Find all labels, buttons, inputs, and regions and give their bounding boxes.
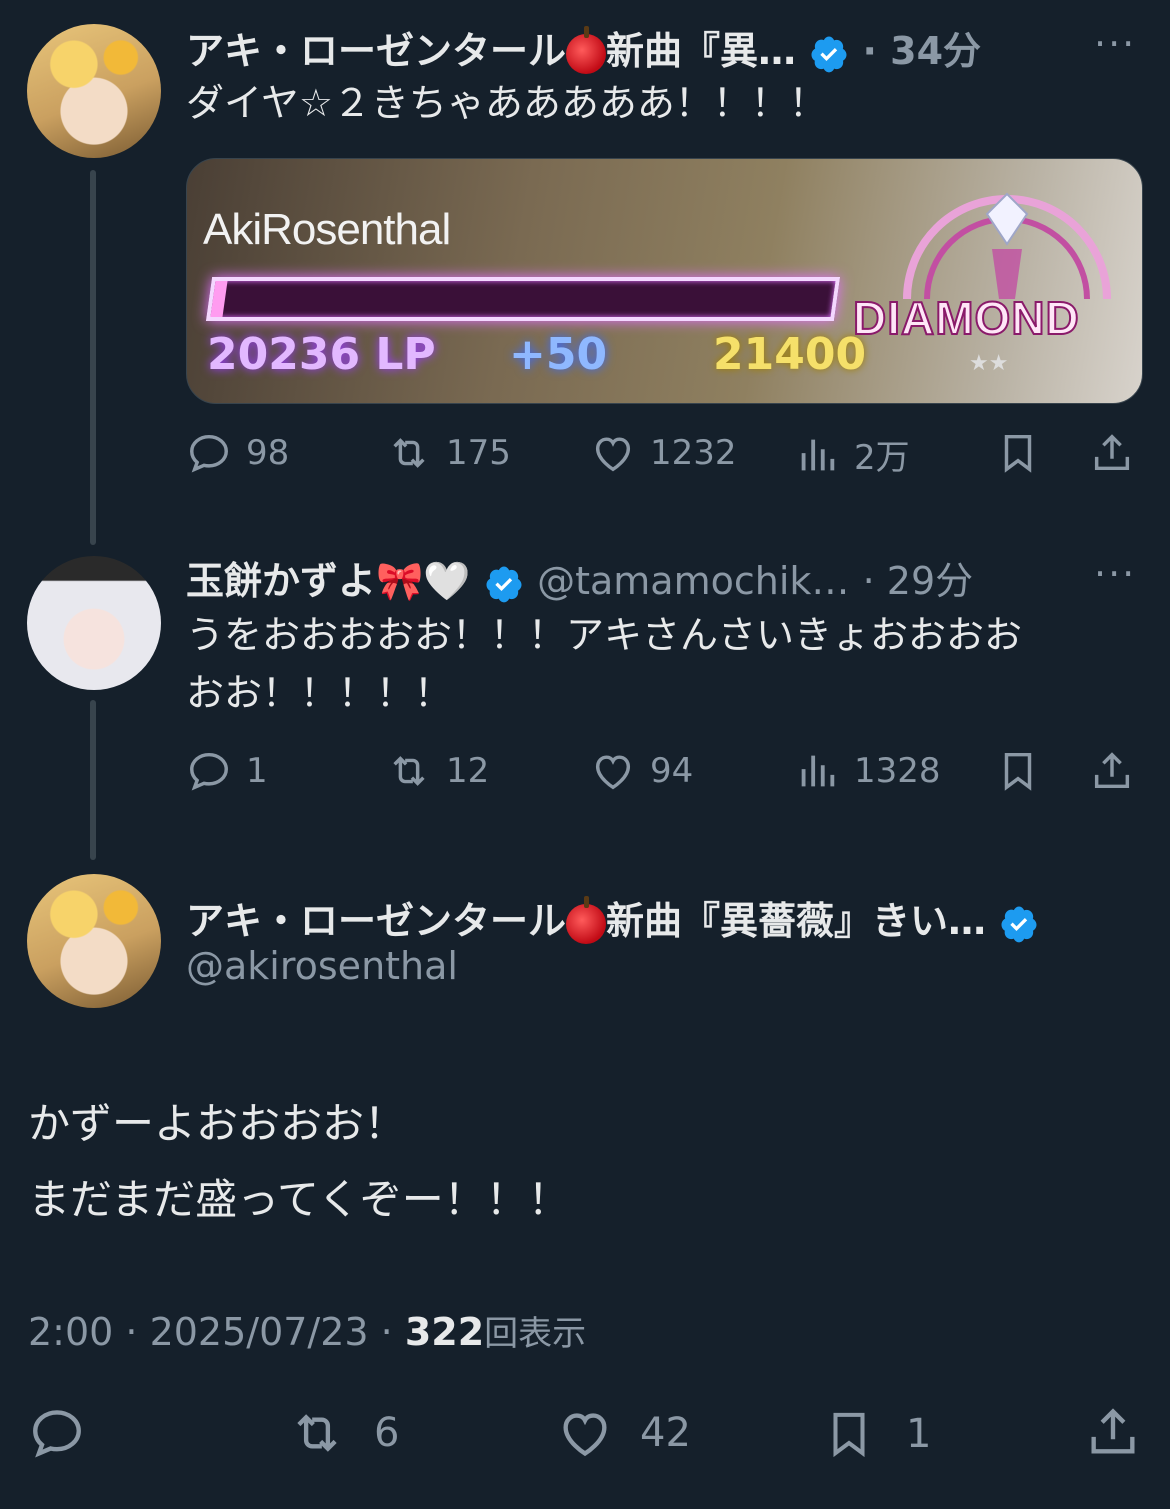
share-button[interactable] (1089, 430, 1135, 476)
share-icon (1094, 752, 1130, 789)
reply-button[interactable] (28, 1404, 86, 1462)
share-button[interactable] (1084, 1402, 1142, 1462)
view-count: 322 (404, 1310, 485, 1354)
bookmark-icon (833, 1412, 865, 1458)
thread-line (90, 170, 96, 545)
author-name[interactable]: 玉餅かずよ🎀🤍 @tamamochik… · 29分 (186, 550, 973, 605)
share-icon (1091, 1408, 1135, 1454)
main-tweet-text-line: まだまだ盛ってくぞー！！！ (28, 1175, 570, 1224)
avatar[interactable] (27, 874, 161, 1008)
tweet-datetime[interactable]: 2:00 · 2025/07/23 · (28, 1310, 405, 1354)
media-image[interactable]: AkiRosenthal 20236 LP +50 21400 DIAMOND … (186, 158, 1143, 404)
lp-value: 20236 LP (207, 329, 436, 380)
tweet-text-line: うをおおおおお！！！アキさんさいきょおおおお (186, 613, 1023, 657)
bookmark-button[interactable]: 1 (822, 1404, 931, 1464)
bookmark-icon (1004, 434, 1032, 473)
like-button[interactable]: 1232 (590, 430, 737, 476)
retweet-count: 12 (446, 751, 490, 791)
thread-line (90, 700, 96, 860)
view-label: 回表示 (484, 1314, 587, 1354)
lp-progress-bar (205, 277, 841, 321)
like-button[interactable]: 94 (590, 748, 693, 794)
author-name[interactable]: アキ・ローゼンタール 新曲『異薔薇』きい… (186, 890, 1039, 945)
rank-label: DIAMOND (852, 291, 1080, 345)
reply-icon (190, 752, 228, 791)
retweet-icon (393, 756, 425, 786)
verified-badge-icon (811, 36, 847, 72)
rank-stars: ★★ (969, 351, 1009, 376)
heart-icon (595, 755, 631, 790)
verified-badge-icon (1001, 906, 1037, 942)
reply-icon (190, 434, 228, 473)
reply-count: 1 (246, 751, 268, 791)
like-button[interactable]: 42 (556, 1404, 691, 1462)
views-chart-icon (801, 755, 835, 787)
retweet-icon (297, 1414, 337, 1452)
tweet-text: ダイヤ☆２きちゃあああああ！！！！ (186, 81, 827, 125)
avatar[interactable] (27, 24, 161, 158)
views-chart-icon (801, 439, 835, 470)
tweet-text: うをおおおおお！！！アキさんさいきょおおおお おお！！！！！ (186, 606, 1022, 722)
handle[interactable]: @akirosenthal (186, 944, 458, 988)
retweet-count: 175 (446, 433, 511, 473)
apple-icon (566, 895, 607, 944)
main-tweet-text: かずーよおおおお！ まだまだ盛ってくぞー！！！ (28, 1086, 570, 1238)
like-count: 94 (650, 751, 694, 791)
bookmark-icon (1004, 752, 1032, 791)
more-button[interactable]: ··· (1094, 22, 1136, 66)
share-icon (1094, 434, 1130, 471)
retweet-button[interactable]: 175 (386, 430, 511, 476)
handle[interactable]: @tamamochik… (537, 559, 849, 603)
retweet-button[interactable]: 6 (286, 1404, 399, 1462)
reply-button[interactable]: 1 (186, 748, 268, 794)
bookmark-button[interactable] (995, 748, 1041, 794)
main-tweet-text-line: かずーよおおおお！ (28, 1099, 407, 1148)
heart-icon (595, 437, 631, 472)
reply-button[interactable]: 98 (186, 430, 289, 476)
timestamp[interactable]: · 29分 (863, 559, 974, 603)
apple-icon (566, 25, 607, 74)
reply-count: 98 (246, 433, 290, 473)
timestamp[interactable]: · 34分 (863, 29, 982, 73)
avatar[interactable] (27, 556, 161, 690)
author-name[interactable]: アキ・ローゼンタール 新曲『異… · 34分 (186, 20, 981, 75)
bookmark-count: 1 (906, 1411, 932, 1457)
share-button[interactable] (1089, 748, 1135, 794)
like-count: 1232 (650, 433, 737, 473)
heart-icon (563, 1413, 607, 1457)
reply-icon (33, 1410, 81, 1458)
player-name: AkiRosenthal (203, 205, 451, 254)
like-count: 42 (640, 1410, 691, 1456)
views-count: 1328 (854, 751, 941, 791)
verified-badge-icon (486, 566, 522, 602)
more-button[interactable]: ··· (1094, 552, 1136, 596)
lp-gain: +50 (509, 329, 608, 380)
retweet-count: 6 (374, 1410, 400, 1456)
views-button[interactable]: 1328 (794, 748, 941, 794)
lp-target: 21400 (713, 329, 867, 380)
retweet-button[interactable]: 12 (386, 748, 489, 794)
views-count: 2万 (854, 438, 910, 478)
retweet-icon (393, 438, 425, 468)
views-button[interactable]: 2万 (794, 430, 910, 479)
tweet-metadata: 2:00 · 2025/07/23 · 322回表示 (28, 1306, 586, 1355)
bookmark-button[interactable] (995, 430, 1041, 476)
tweet-text-line: おお！！！！！ (186, 671, 453, 715)
